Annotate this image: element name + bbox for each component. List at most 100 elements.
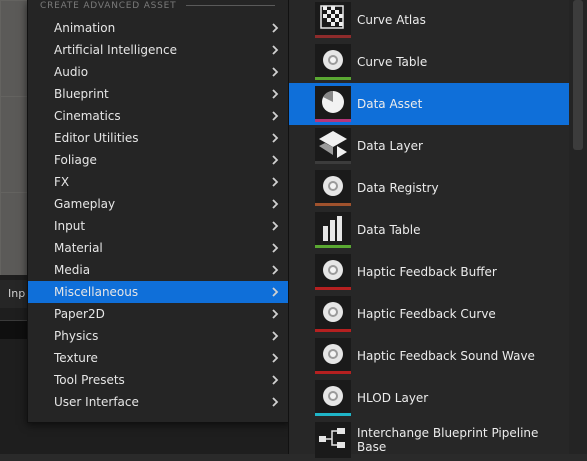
asset-item-label: Haptic Feedback Sound Wave [357,349,535,363]
chevron-right-icon [269,374,281,386]
menu-item-label: Gameplay [54,197,116,211]
asset-item-haptic-feedback-buffer[interactable]: Haptic Feedback Buffer [289,251,569,293]
chevron-right-icon [269,352,281,364]
menu-item-miscellaneous[interactable]: Miscellaneous [28,281,289,303]
asset-item-label: Haptic Feedback Buffer [357,265,497,279]
asset-item-data-asset[interactable]: Data Asset [289,83,569,125]
asset-type-color-stripe [315,119,351,122]
asset-item-curve-table[interactable]: Curve Table [289,41,569,83]
menu-header: CREATE ADVANCED ASSET [40,1,177,11]
asset-item-data-table[interactable]: Data Table [289,209,569,251]
menu-item-physics[interactable]: Physics [28,325,289,347]
menu-item-label: Tool Presets [54,373,125,387]
menu-item-label: Animation [54,21,116,35]
menu-item-label: Blueprint [54,87,109,101]
menu-item-input[interactable]: Input [28,215,289,237]
menu-item-label: Editor Utilities [54,131,139,145]
asset-type-color-stripe [315,413,351,416]
menu-item-cinematics[interactable]: Cinematics [28,105,289,127]
panel-tab-label: Inp [8,287,26,300]
asset-item-label: Data Layer [357,139,423,153]
create-advanced-asset-menu: CREATE ADVANCED ASSET Animation Artificia… [27,0,290,423]
menu-item-fx[interactable]: FX [28,171,289,193]
asset-item-haptic-feedback-sound-wave[interactable]: Haptic Feedback Sound Wave [289,335,569,377]
sphere-icon [315,380,351,416]
chevron-right-icon [269,88,281,100]
asset-item-data-registry[interactable]: Data Registry [289,167,569,209]
bar-chart-icon [315,212,351,248]
sphere-icon [315,338,351,374]
chevron-right-icon [269,396,281,408]
right-panel-strip [568,0,587,454]
asset-item-data-layer[interactable]: Data Layer [289,125,569,167]
asset-type-color-stripe [315,287,351,290]
asset-item-haptic-feedback-curve[interactable]: Haptic Feedback Curve [289,293,569,335]
asset-item-label: Curve Table [357,55,428,69]
chevron-right-icon [269,242,281,254]
sphere-icon [315,296,351,332]
asset-type-color-stripe [315,35,351,38]
menu-item-label: Physics [54,329,99,343]
asset-type-color-stripe [315,371,351,374]
chevron-right-icon [269,220,281,232]
asset-item-label: HLOD Layer [357,391,429,405]
asset-item-label: Data Asset [357,97,423,111]
menu-item-material[interactable]: Material [28,237,289,259]
asset-item-label: Data Registry [357,181,439,195]
asset-item-interchange-blueprint-pipeline-base[interactable]: Interchange Blueprint Pipeline Base [289,419,569,461]
menu-item-artificial-intelligence[interactable]: Artificial Intelligence [28,39,289,61]
asset-type-color-stripe [315,77,351,80]
sphere-icon [315,170,351,206]
menu-item-label: Audio [54,65,89,79]
menu-item-paper2d[interactable]: Paper2D [28,303,289,325]
asset-item-label: Interchange Blueprint Pipeline Base [357,426,539,454]
asset-type-color-stripe [315,455,351,458]
menu-item-user-interface[interactable]: User Interface [28,391,289,413]
pie-chart-icon [315,86,351,122]
menu-item-label: Paper2D [54,307,105,321]
chevron-right-icon [269,308,281,320]
chevron-right-icon [269,44,281,56]
menu-item-label: FX [54,175,70,189]
chevron-right-icon [269,286,281,298]
asset-type-color-stripe [315,245,351,248]
menu-item-label: User Interface [54,395,139,409]
chevron-right-icon [269,330,281,342]
node-graph-icon [315,422,351,458]
menu-item-label: Cinematics [54,109,121,123]
menu-item-label: Foliage [54,153,97,167]
menu-item-label: Texture [54,351,98,365]
checker-icon [315,2,351,38]
chevron-right-icon [269,154,281,166]
menu-item-animation[interactable]: Animation [28,17,289,39]
chevron-right-icon [269,132,281,144]
scrollbar[interactable] [573,0,583,150]
asset-item-label: Curve Atlas [357,13,426,27]
chevron-right-icon [269,176,281,188]
sphere-icon [315,44,351,80]
sphere-icon [315,254,351,290]
asset-item-curve-atlas[interactable]: Curve Atlas [289,0,569,41]
menu-item-audio[interactable]: Audio [28,61,289,83]
chevron-right-icon [269,66,281,78]
menu-item-label: Media [54,263,91,277]
panel-input-field[interactable] [0,320,30,339]
asset-submenu: Curve Atlas Curve Table Data Asset Data Lay… [288,0,569,458]
layers-icon [315,128,351,164]
menu-item-label: Miscellaneous [54,285,139,299]
menu-item-blueprint[interactable]: Blueprint [28,83,289,105]
asset-item-hlod-layer[interactable]: HLOD Layer [289,377,569,419]
chevron-right-icon [269,110,281,122]
asset-type-color-stripe [315,329,351,332]
menu-header-divider [186,5,275,6]
menu-item-media[interactable]: Media [28,259,289,281]
chevron-right-icon [269,264,281,276]
menu-item-tool-presets[interactable]: Tool Presets [28,369,289,391]
menu-item-foliage[interactable]: Foliage [28,149,289,171]
menu-item-editor-utilities[interactable]: Editor Utilities [28,127,289,149]
menu-item-gameplay[interactable]: Gameplay [28,193,289,215]
asset-item-label: Data Table [357,223,421,237]
asset-type-color-stripe [315,203,351,206]
menu-item-texture[interactable]: Texture [28,347,289,369]
menu-item-label: Material [54,241,103,255]
